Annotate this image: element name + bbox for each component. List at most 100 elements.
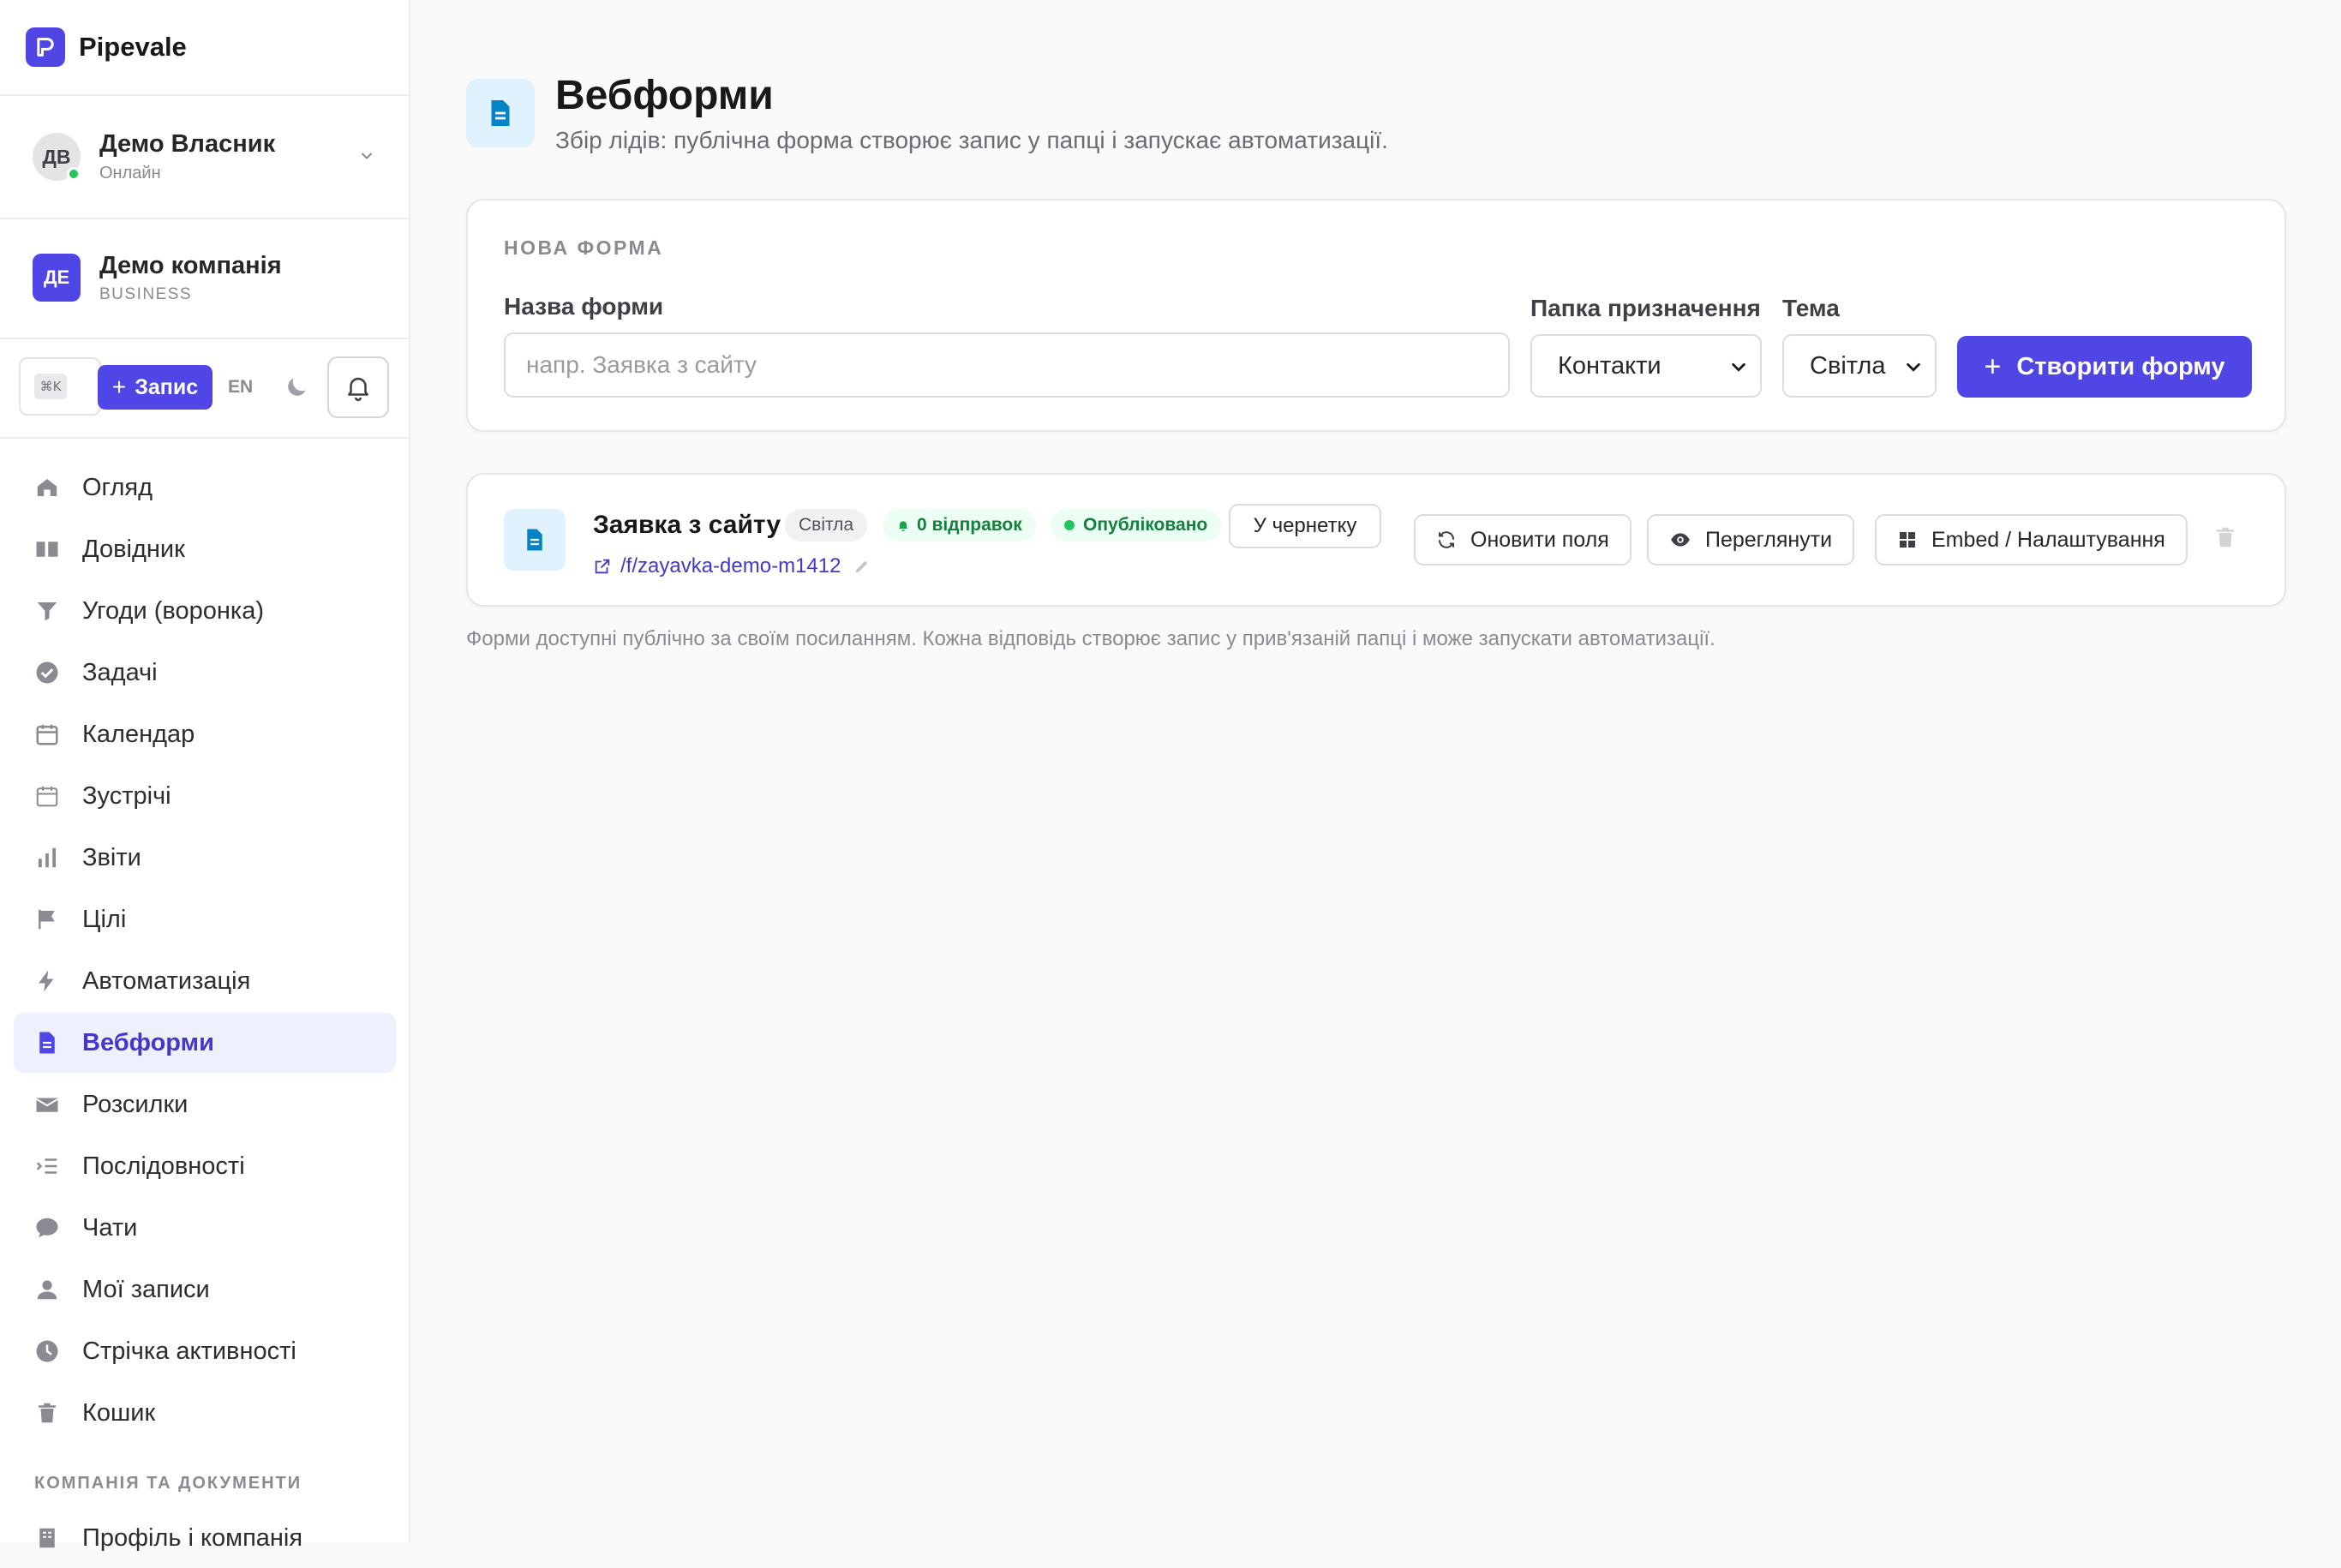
document-icon — [34, 1030, 60, 1056]
plus-icon: + — [1984, 350, 2002, 383]
refresh-icon — [1436, 530, 1470, 550]
nav-item-webforms[interactable]: Вебформи — [14, 1013, 396, 1073]
user-name: Демо Власник — [99, 130, 276, 158]
eye-icon — [1669, 529, 1705, 551]
nav-label: Угоди (воронка) — [82, 596, 264, 625]
refresh-fields-label: Оновити поля — [1470, 527, 1609, 552]
trash-icon[interactable] — [2212, 524, 2238, 550]
nav-item-tasks[interactable]: Задачі — [14, 643, 396, 703]
nav-item-meetings[interactable]: Зустрічі — [14, 766, 396, 826]
destination-folder-value: Контакти — [1558, 351, 1661, 380]
webforms-page-icon — [466, 79, 535, 147]
move-to-draft-button[interactable]: У чернетку — [1229, 504, 1381, 548]
calendar-outline-icon — [34, 783, 60, 809]
add-record-label: Запис — [135, 374, 199, 399]
embed-settings-label: Embed / Налаштування — [1931, 527, 2165, 552]
moon-icon[interactable] — [283, 374, 310, 401]
preview-label: Переглянути — [1705, 527, 1833, 552]
nav-item-sequences[interactable]: Послідовності — [14, 1136, 396, 1196]
trash-icon — [34, 1400, 60, 1426]
list-indent-icon — [34, 1153, 60, 1179]
nav-item-automation[interactable]: Автоматизація — [14, 951, 396, 1011]
nav-label: Послідовності — [82, 1152, 245, 1180]
chevron-down-icon[interactable] — [358, 147, 375, 165]
avatar: ДВ — [33, 133, 81, 181]
divider — [0, 437, 409, 439]
nav-label: Задачі — [82, 658, 158, 686]
preview-button[interactable]: Переглянути — [1647, 514, 1855, 566]
nav-label: Огляд — [82, 473, 153, 501]
clock-icon — [34, 1338, 60, 1364]
nav-label: Довідник — [82, 535, 185, 563]
theme-value: Світла — [1810, 351, 1886, 380]
chat-bubble-icon — [34, 1215, 60, 1241]
funnel-icon — [34, 598, 60, 624]
language-toggle[interactable]: EN — [228, 377, 253, 398]
nav-label: Стрічка активності — [82, 1337, 296, 1365]
divider — [0, 94, 409, 96]
public-link[interactable]: /f/zayavka-demo-m1412 — [593, 552, 871, 581]
form-name-label: Назва форми — [504, 293, 664, 320]
form-row: Заявка з сайту Світла 0 відправок Опублі… — [466, 473, 2286, 607]
nav-label: Зустрічі — [82, 781, 171, 810]
nav-label: Чати — [82, 1213, 138, 1242]
sidebar: Pipevale ДВ Демо Власник Онлайн ДЕ Демо … — [0, 0, 410, 1552]
company-switcher[interactable]: ДЕ Демо компанія BUSINESS — [33, 252, 282, 303]
embed-settings-button[interactable]: Embed / Налаштування — [1875, 514, 2188, 566]
nav-label: Розсилки — [82, 1090, 189, 1118]
user-status: Онлайн — [99, 164, 161, 183]
status-dot — [1064, 520, 1075, 530]
nav-item-directory[interactable]: Довідник — [14, 519, 396, 579]
form-name-input[interactable] — [504, 332, 1510, 398]
nav-item-goals[interactable]: Цілі — [14, 889, 396, 949]
add-record-button[interactable]: + Запис — [98, 365, 213, 410]
nav-item-trash[interactable]: Кошик — [14, 1383, 396, 1443]
destination-folder-label: Папка призначення — [1530, 295, 1761, 321]
theme-select[interactable]: Світла — [1782, 334, 1937, 398]
nav-item-profile[interactable]: Профіль і компанія — [14, 1508, 396, 1568]
destination-folder-select[interactable]: Контакти — [1530, 334, 1762, 398]
nav-label: Профіль і компанія — [82, 1523, 303, 1552]
divider — [0, 338, 409, 339]
nav-item-reports[interactable]: Звіти — [14, 828, 396, 888]
external-link-icon — [593, 557, 612, 576]
user-menu[interactable]: ДВ Демо Власник Онлайн — [33, 130, 375, 183]
nav-item-mailings[interactable]: Розсилки — [14, 1074, 396, 1134]
nav-item-calendar[interactable]: Календар — [14, 704, 396, 764]
bar-chart-icon — [34, 845, 60, 871]
create-form-button[interactable]: + Створити форму — [1957, 336, 2252, 398]
create-form-label: Створити форму — [2016, 352, 2225, 380]
nav-item-my-records[interactable]: Мої записи — [14, 1260, 396, 1320]
submissions-count: 0 відправок — [917, 515, 1022, 535]
status-badge: Опубліковано — [1051, 509, 1222, 542]
bell-icon — [344, 373, 373, 402]
nav-item-overview[interactable]: Огляд — [14, 458, 396, 518]
nav-item-chats[interactable]: Чати — [14, 1198, 396, 1258]
document-icon — [504, 509, 566, 571]
page-title: Вебформи — [555, 73, 774, 118]
nav-item-deals[interactable]: Угоди (воронка) — [14, 581, 396, 641]
pipevale-logo-icon — [26, 27, 65, 67]
main-nav: Огляд Довідник Угоди (воронка) Задачі Ка… — [14, 458, 396, 1445]
home-icon — [34, 475, 60, 500]
command-palette-button[interactable]: ⌘K — [19, 357, 101, 416]
calendar-icon — [34, 721, 60, 747]
webforms-hint: Форми доступні публічно за своїм посилан… — [466, 627, 1715, 650]
nav-section-title: КОМПАНІЯ ТА ДОКУМЕНТИ — [34, 1474, 302, 1493]
theme-label: Тема — [1782, 295, 1840, 321]
grid-icon — [1897, 530, 1931, 550]
nav-label: Кошик — [82, 1398, 156, 1427]
check-circle-icon — [34, 660, 60, 685]
nav-item-activity[interactable]: Стрічка активності — [14, 1321, 396, 1381]
nav-label: Календар — [82, 720, 195, 748]
brand[interactable]: Pipevale — [26, 27, 187, 67]
notifications-button[interactable] — [327, 356, 389, 418]
refresh-fields-button[interactable]: Оновити поля — [1414, 514, 1632, 566]
company-plan: BUSINESS — [99, 284, 193, 303]
avatar-initials: ДВ — [42, 145, 71, 168]
nav-label: Вебформи — [82, 1028, 214, 1056]
pencil-icon[interactable] — [853, 557, 871, 576]
theme-badge: Світла — [785, 509, 868, 542]
shortcut-hint: ⌘K — [34, 374, 67, 399]
submissions-badge: 0 відправок — [883, 509, 1036, 542]
